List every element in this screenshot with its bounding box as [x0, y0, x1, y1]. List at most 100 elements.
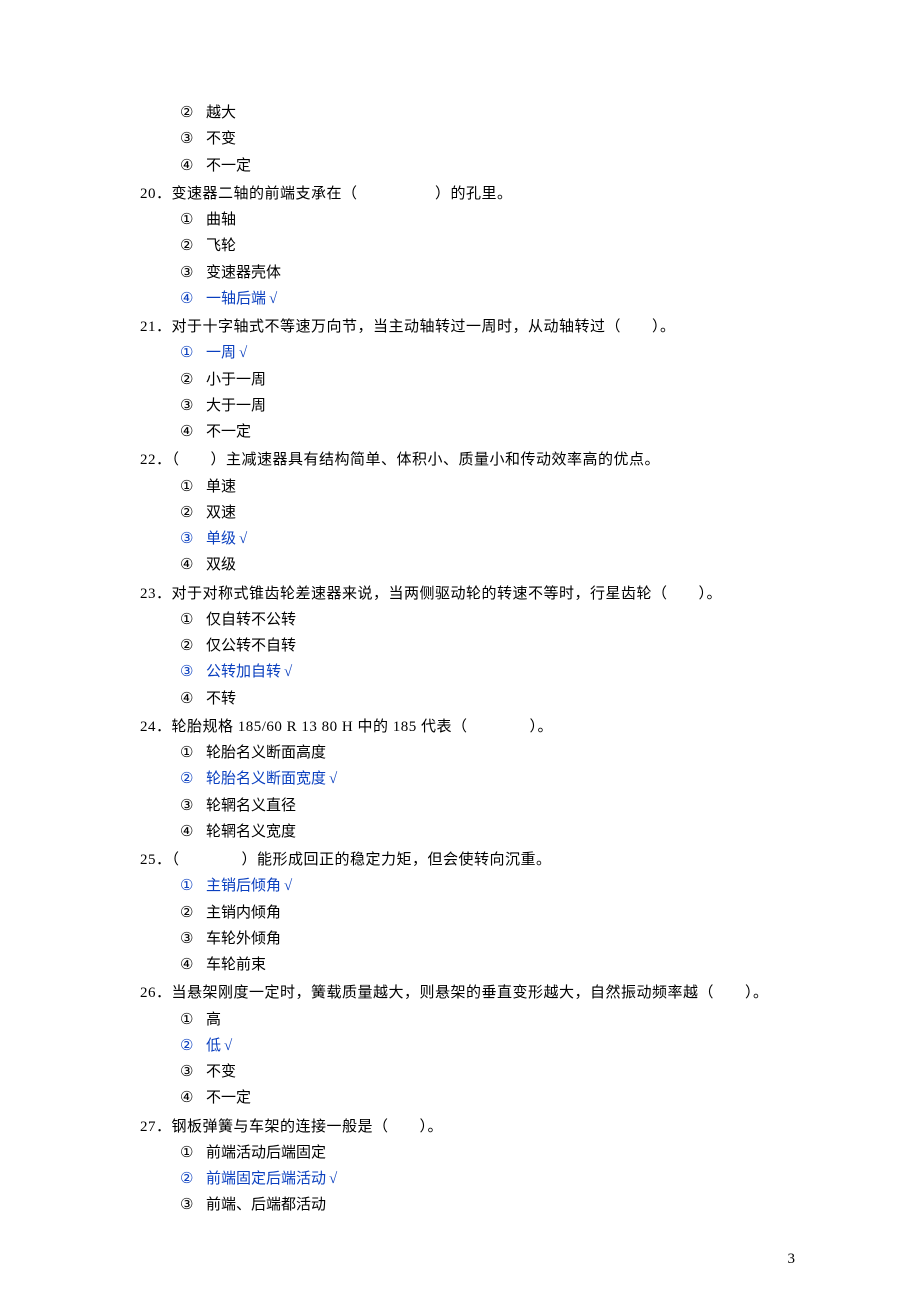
option-marker: ③	[180, 526, 206, 552]
question-block: 25．（ ）能形成回正的稳定力矩，但会使转向沉重。①主销后倾角√②主销内倾角③车…	[140, 847, 800, 978]
option-item: ①单速	[180, 474, 800, 500]
option-text: 一周	[206, 345, 236, 361]
option-marker: ④	[180, 952, 206, 978]
option-item: ③变速器壳体	[180, 260, 800, 286]
option-text: 曲轴	[206, 212, 236, 228]
option-text: 车轮外倾角	[206, 931, 281, 947]
option-item: ④双级	[180, 552, 800, 578]
check-icon: √	[329, 771, 337, 787]
option-text: 主销后倾角	[206, 878, 281, 894]
question-block: 21．对于十字轴式不等速万向节，当主动轴转过一周时，从动轴转过（ ）。①一周√②…	[140, 314, 800, 445]
question-stem: 22．（ ）主减速器具有结构简单、体积小、质量小和传动效率高的优点。	[140, 447, 800, 473]
option-marker: ②	[180, 1033, 206, 1059]
option-marker: ②	[180, 500, 206, 526]
option-item: ③大于一周	[180, 393, 800, 419]
option-marker: ④	[180, 419, 206, 445]
option-item: ①曲轴	[180, 207, 800, 233]
option-text: 轮辋名义直径	[206, 798, 296, 814]
option-marker: ③	[180, 793, 206, 819]
option-marker: ①	[180, 340, 206, 366]
option-item: ④轮辋名义宽度	[180, 819, 800, 845]
option-text: 单速	[206, 479, 236, 495]
options-list: ①仅自转不公转②仅公转不自转③公转加自转√④不转	[180, 607, 800, 712]
option-text: 一轴后端	[206, 291, 266, 307]
options-list: ①曲轴②飞轮③变速器壳体④一轴后端√	[180, 207, 800, 312]
check-icon: √	[269, 291, 277, 307]
option-marker: ②	[180, 233, 206, 259]
option-marker: ①	[180, 1007, 206, 1033]
option-marker: ③	[180, 926, 206, 952]
question-stem: 24．轮胎规格 185/60 R 13 80 H 中的 185 代表（ ）。	[140, 714, 800, 740]
option-item: ②飞轮	[180, 233, 800, 259]
option-item: ②越大	[180, 100, 800, 126]
option-item: ②主销内倾角	[180, 900, 800, 926]
options-list: ①一周√②小于一周③大于一周④不一定	[180, 340, 800, 445]
option-marker: ②	[180, 900, 206, 926]
option-text: 轮胎名义断面宽度	[206, 771, 326, 787]
option-item: ④不一定	[180, 419, 800, 445]
option-text: 车轮前束	[206, 957, 266, 973]
option-marker: ④	[180, 819, 206, 845]
option-item: ③单级√	[180, 526, 800, 552]
question-stem: 25．（ ）能形成回正的稳定力矩，但会使转向沉重。	[140, 847, 800, 873]
option-text: 不一定	[206, 424, 251, 440]
option-text: 高	[206, 1012, 221, 1028]
question-block: 26．当悬架刚度一定时，簧载质量越大，则悬架的垂直变形越大，自然振动频率越（ ）…	[140, 980, 800, 1111]
option-marker: ②	[180, 100, 206, 126]
option-item: ③不变	[180, 126, 800, 152]
check-icon: √	[284, 664, 292, 680]
option-item: ③轮辋名义直径	[180, 793, 800, 819]
option-item: ③公转加自转√	[180, 659, 800, 685]
options-list: ①主销后倾角√②主销内倾角③车轮外倾角④车轮前束	[180, 873, 800, 978]
option-item: ③不变	[180, 1059, 800, 1085]
option-marker: ③	[180, 659, 206, 685]
option-text: 公转加自转	[206, 664, 281, 680]
check-icon: √	[284, 878, 292, 894]
option-marker: ④	[180, 1085, 206, 1111]
option-text: 不一定	[206, 1090, 251, 1106]
option-marker: ③	[180, 1192, 206, 1218]
question-stem: 26．当悬架刚度一定时，簧载质量越大，则悬架的垂直变形越大，自然振动频率越（ ）…	[140, 980, 800, 1006]
option-item: ①仅自转不公转	[180, 607, 800, 633]
option-text: 小于一周	[206, 372, 266, 388]
option-text: 轮辋名义宽度	[206, 824, 296, 840]
option-text: 前端活动后端固定	[206, 1145, 326, 1161]
options-list: ②越大③不变④不一定	[180, 100, 800, 179]
check-icon: √	[239, 345, 247, 361]
option-text: 仅公转不自转	[206, 638, 296, 654]
option-item: ②轮胎名义断面宽度√	[180, 766, 800, 792]
option-item: ①前端活动后端固定	[180, 1140, 800, 1166]
option-item: ②前端固定后端活动√	[180, 1166, 800, 1192]
option-item: ④车轮前束	[180, 952, 800, 978]
option-marker: ④	[180, 286, 206, 312]
question-block: 23．对于对称式锥齿轮差速器来说，当两侧驱动轮的转速不等时，行星齿轮（ ）。①仅…	[140, 581, 800, 712]
check-icon: √	[239, 531, 247, 547]
option-item: ④不一定	[180, 153, 800, 179]
option-item: ③前端、后端都活动	[180, 1192, 800, 1218]
check-icon: √	[329, 1171, 337, 1187]
option-marker: ①	[180, 474, 206, 500]
option-item: ④一轴后端√	[180, 286, 800, 312]
option-text: 变速器壳体	[206, 265, 281, 281]
option-text: 前端固定后端活动	[206, 1171, 326, 1187]
page-number: 3	[788, 1246, 796, 1272]
option-marker: ③	[180, 1059, 206, 1085]
option-text: 双级	[206, 557, 236, 573]
question-stem: 27．钢板弹簧与车架的连接一般是（ ）。	[140, 1114, 800, 1140]
option-marker: ③	[180, 260, 206, 286]
option-text: 大于一周	[206, 398, 266, 414]
options-list: ①高 ②低√③不变④不一定	[180, 1007, 800, 1112]
option-text: 仅自转不公转	[206, 612, 296, 628]
option-text: 主销内倾角	[206, 905, 281, 921]
options-list: ①单速②双速③单级√④双级	[180, 474, 800, 579]
option-text: 不变	[206, 1064, 236, 1080]
option-text: 越大	[206, 105, 236, 121]
option-item: ②低√	[180, 1033, 800, 1059]
option-text: 轮胎名义断面高度	[206, 745, 326, 761]
option-marker: ①	[180, 607, 206, 633]
option-marker: ③	[180, 126, 206, 152]
option-text: 单级	[206, 531, 236, 547]
option-item: ④不转	[180, 686, 800, 712]
option-item: ①轮胎名义断面高度	[180, 740, 800, 766]
question-stem: 20．变速器二轴的前端支承在（ ）的孔里。	[140, 181, 800, 207]
